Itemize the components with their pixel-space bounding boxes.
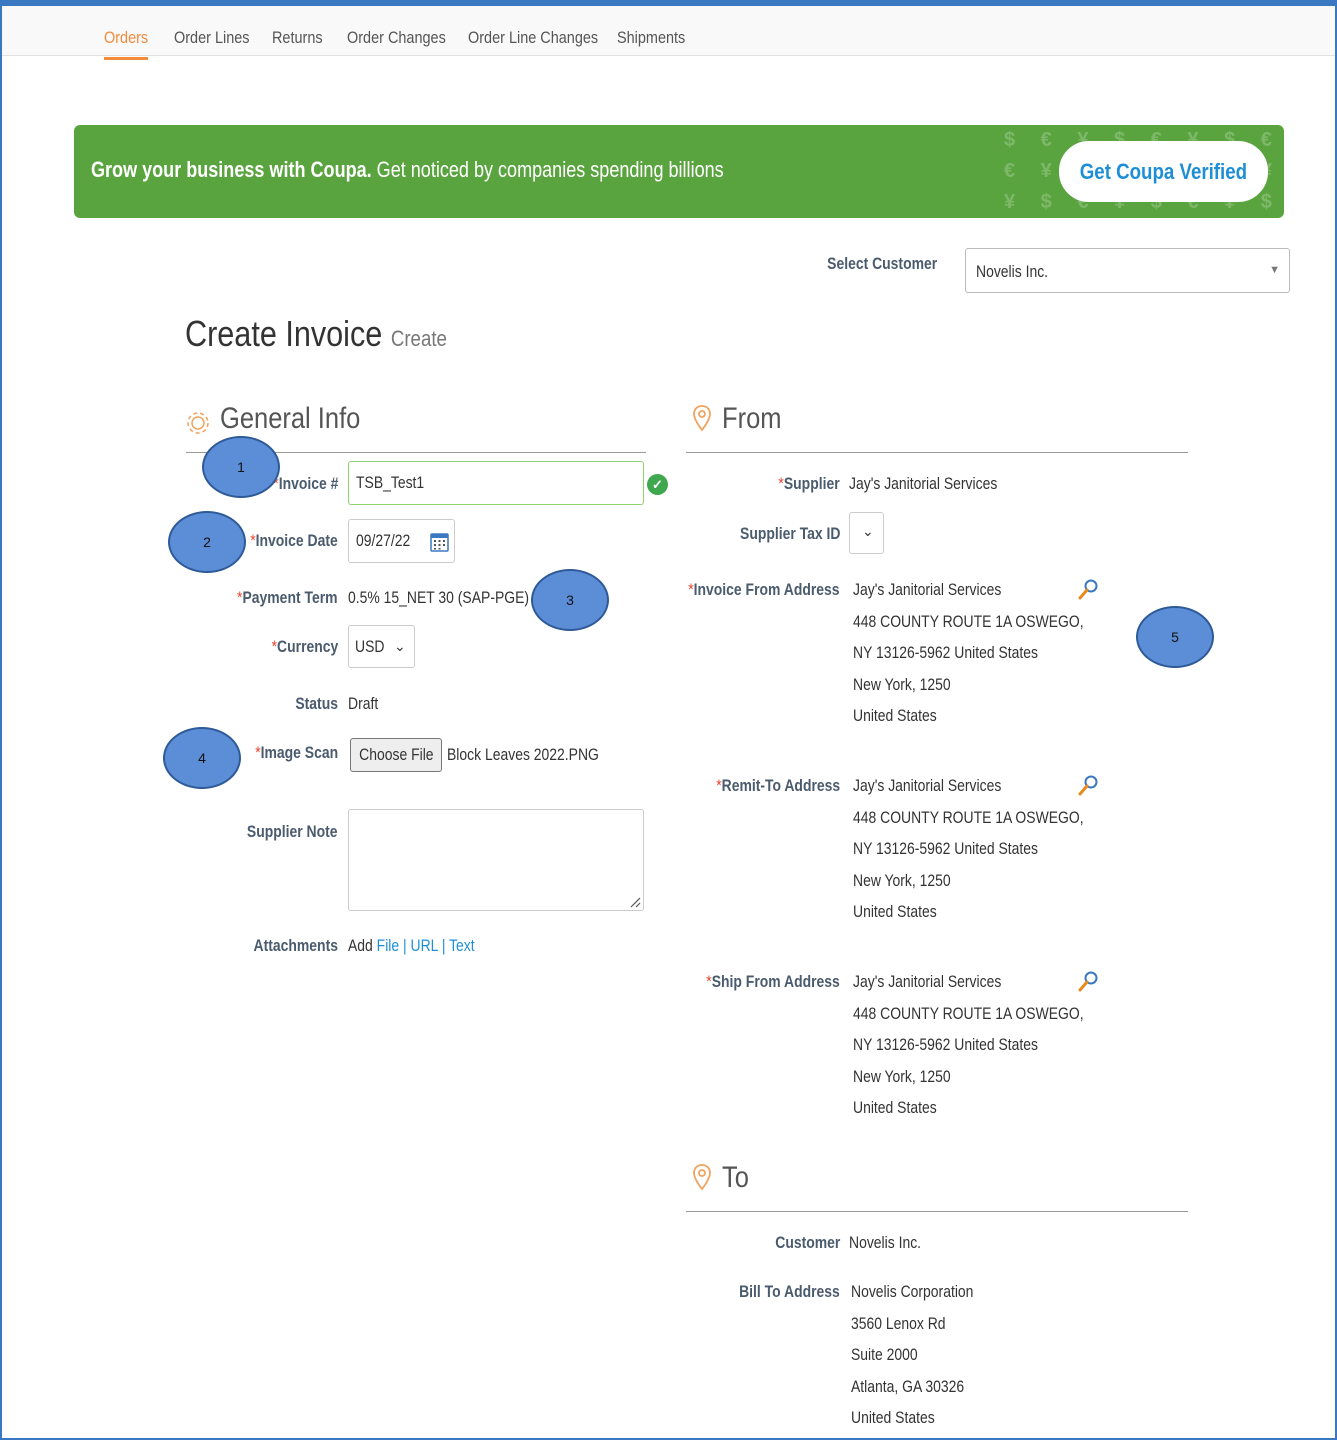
callout-3: 3 [531, 569, 609, 631]
general-info-heading: General Info [220, 402, 361, 435]
page-title: Create Invoice Create [185, 313, 447, 354]
address-line: Atlanta, GA 30326 [851, 1377, 965, 1396]
attach-file-link[interactable]: File [377, 936, 399, 955]
select-customer-label: Select Customer [826, 254, 937, 273]
banner-sub-text: Get noticed by companies spending billio… [376, 157, 724, 182]
invoice-number-label: *Invoice # [272, 474, 338, 493]
to-divider [686, 1211, 1188, 1212]
get-coupa-verified-button[interactable]: Get Coupa Verified [1059, 141, 1268, 202]
attachments-links: Add File | URL | Text [348, 936, 475, 956]
currency-select[interactable]: USD ⌄ [348, 625, 415, 668]
bill-to-address-label: Bill To Address [739, 1282, 840, 1301]
invoice-date-value: 09/27/22 [356, 531, 411, 550]
address-line: Jay's Janitorial Services [853, 580, 1002, 599]
callout-4: 4 [163, 727, 241, 789]
chevron-down-icon: ▼ [1269, 264, 1280, 276]
address-line: United States [853, 902, 937, 921]
currency-label: *Currency [271, 637, 338, 656]
remit-to-address-label: *Remit-To Address [716, 776, 840, 795]
invoice-number-field[interactable]: TSB_Test1 [348, 461, 644, 505]
address-line: NY 13126-5962 United States [853, 839, 1038, 858]
attach-url-link[interactable]: URL [411, 936, 438, 955]
address-line: 448 COUNTY ROUTE 1A OSWEGO, [853, 1004, 1084, 1023]
supplier-note-label: Supplier Note [247, 822, 338, 841]
separator: | [441, 936, 446, 955]
payment-term-label: *Payment Term [237, 588, 338, 607]
ship-from-address-label: *Ship From Address [706, 972, 840, 991]
attach-text-link[interactable]: Text [449, 936, 475, 955]
invoice-number-value: TSB_Test1 [356, 473, 425, 492]
address-line: United States [853, 1098, 937, 1117]
invoice-from-address-label: *Invoice From Address [688, 580, 840, 599]
page-subtitle: Create [390, 326, 447, 351]
image-scan-label: *Image Scan [255, 743, 338, 762]
address-line: Jay's Janitorial Services [853, 972, 1002, 991]
customer-value: Novelis Inc. [849, 1233, 922, 1252]
tab-orders[interactable]: Orders [104, 28, 148, 48]
tab-shipments[interactable]: Shipments [617, 28, 685, 48]
image-scan-file-name: Block Leaves 2022.PNG [447, 745, 599, 764]
status-label: Status [295, 694, 338, 713]
address-line: United States [851, 1408, 935, 1427]
currency-value: USD [355, 637, 385, 656]
supplier-value: Jay's Janitorial Services [849, 474, 998, 493]
tab-order-changes[interactable]: Order Changes [347, 28, 446, 48]
gear-icon [187, 412, 209, 434]
address-line: 3560 Lenox Rd [851, 1314, 946, 1333]
address-line: NY 13126-5962 United States [853, 643, 1038, 662]
location-pin-icon [693, 405, 711, 432]
tab-order-line-changes[interactable]: Order Line Changes [468, 28, 598, 48]
from-divider [686, 452, 1188, 453]
callout-1: 1 [202, 436, 280, 498]
to-heading: To [722, 1161, 749, 1194]
tab-returns[interactable]: Returns [272, 28, 323, 48]
invoice-date-field[interactable]: 09/27/22 [348, 519, 455, 563]
tab-order-lines[interactable]: Order Lines [174, 28, 250, 48]
search-icon[interactable] [1078, 578, 1100, 600]
address-line: United States [853, 706, 937, 725]
resize-handle-icon[interactable] [629, 896, 641, 908]
address-line: New York, 1250 [853, 675, 951, 694]
customer-label: Customer [774, 1233, 840, 1252]
chevron-down-icon: ⌄ [862, 523, 874, 539]
banner-bold-text: Grow your business with Coupa. [91, 157, 372, 182]
choose-file-button[interactable]: Choose File [350, 738, 442, 772]
address-line: 448 COUNTY ROUTE 1A OSWEGO, [853, 612, 1084, 631]
customer-select[interactable]: Novelis Inc. ▼ [965, 248, 1290, 293]
status-value: Draft [348, 694, 379, 713]
invoice-date-label: *Invoice Date [250, 531, 338, 550]
active-tab-indicator [104, 57, 148, 60]
address-line: Novelis Corporation [851, 1282, 974, 1301]
attachments-label: Attachments [253, 936, 338, 955]
promo-banner: $ € ¥ $ € ¥ $ € ¥ $€ ¥ $ € ¥ $ € ¥ $ €¥ … [74, 125, 1284, 218]
customer-select-value: Novelis Inc. [976, 262, 1049, 281]
attachments-add-text: Add [348, 936, 373, 955]
supplier-label: *Supplier [778, 474, 840, 493]
callout-5: 5 [1136, 606, 1214, 668]
location-pin-icon [693, 1164, 711, 1191]
banner-text: Grow your business with Coupa. Get notic… [91, 157, 724, 183]
callout-2: 2 [168, 511, 246, 573]
calendar-icon[interactable] [430, 531, 449, 552]
address-line: New York, 1250 [853, 871, 951, 890]
address-line: 448 COUNTY ROUTE 1A OSWEGO, [853, 808, 1084, 827]
separator: | [403, 936, 407, 955]
address-line: Suite 2000 [851, 1345, 918, 1364]
from-heading: From [722, 402, 782, 435]
address-line: New York, 1250 [853, 1067, 951, 1086]
check-icon: ✓ [647, 474, 668, 495]
chevron-down-icon: ⌄ [394, 638, 406, 654]
supplier-tax-id-select[interactable]: ⌄ [849, 512, 884, 554]
payment-term-value: 0.5% 15_NET 30 (SAP-PGE) [348, 588, 530, 607]
address-line: Jay's Janitorial Services [853, 776, 1002, 795]
supplier-note-textarea[interactable] [348, 809, 644, 911]
search-icon[interactable] [1078, 970, 1100, 992]
supplier-tax-id-label: Supplier Tax ID [739, 524, 840, 543]
address-line: NY 13126-5962 United States [853, 1035, 1038, 1054]
search-icon[interactable] [1078, 774, 1100, 796]
